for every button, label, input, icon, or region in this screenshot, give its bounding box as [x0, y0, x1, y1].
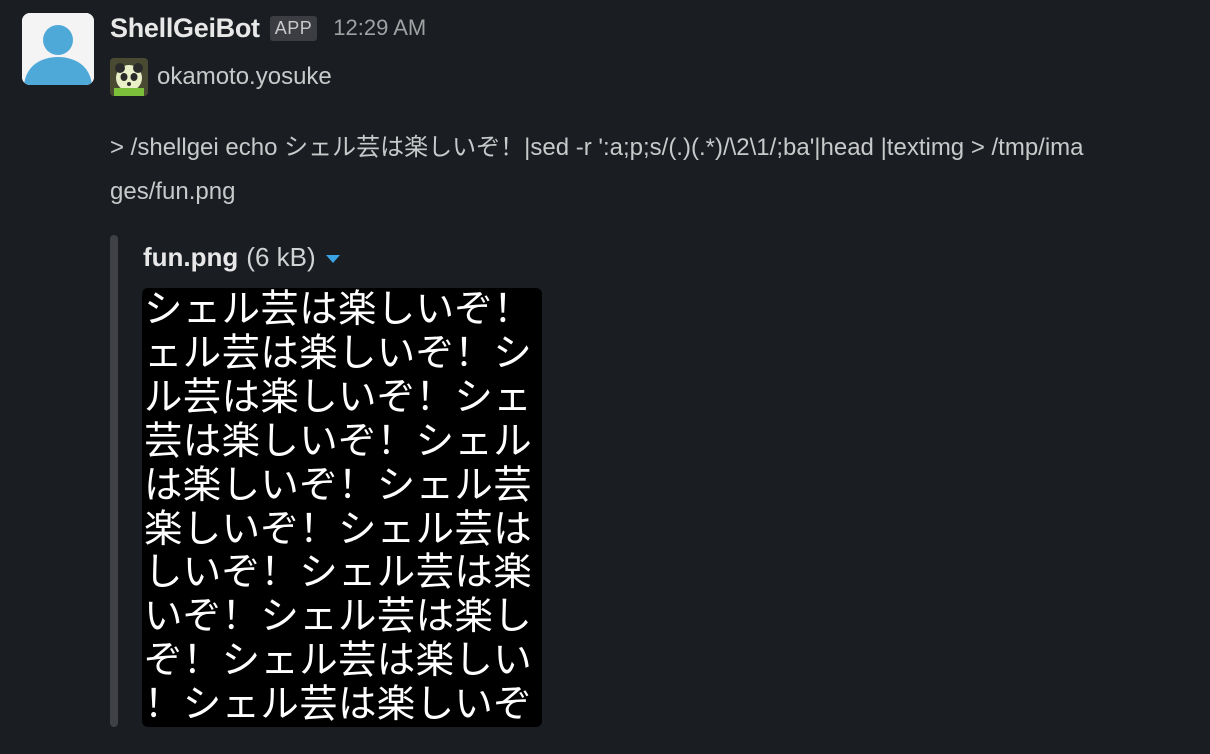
- image-text-line: ェル芸は楽しいぞ！シ: [144, 330, 533, 376]
- image-text-line: いぞ！シェル芸は楽し: [144, 594, 533, 640]
- bot-name[interactable]: ShellGeiBot: [110, 13, 260, 44]
- author-row: okamoto.yosuke: [110, 57, 332, 97]
- chat-message: ShellGeiBot APP 12:29 AM okamoto.yosuke …: [0, 0, 1210, 754]
- panda-avatar-icon[interactable]: [110, 58, 148, 96]
- message-text: > /shellgei echo シェル芸は楽しいぞ！|sed -r ':a;p…: [110, 134, 1084, 205]
- timestamp[interactable]: 12:29 AM: [333, 15, 426, 41]
- image-text-line: 楽しいぞ！シェル芸は: [144, 506, 533, 552]
- file-info: fun.png (6 kB): [143, 239, 340, 275]
- image-text-line: ル芸は楽しいぞ！シェ: [144, 374, 533, 420]
- message-header: ShellGeiBot APP 12:29 AM: [110, 10, 426, 46]
- image-text-line: ぞ！シェル芸は楽しい: [144, 638, 533, 684]
- author-name[interactable]: okamoto.yosuke: [157, 63, 332, 91]
- file-size: (6 kB): [246, 241, 316, 272]
- image-text-line: しいぞ！シェル芸は楽: [144, 550, 533, 596]
- file-attachment: fun.png (6 kB) シェル芸は楽しいぞ！ ェル芸は楽しいぞ！シ ル芸は…: [110, 235, 550, 727]
- image-text-line: ！シェル芸は楽しいぞ: [144, 682, 533, 727]
- attachment-border: [110, 235, 118, 727]
- chevron-down-icon[interactable]: [325, 255, 340, 263]
- image-text-line: 芸は楽しいぞ！シェル: [144, 418, 533, 464]
- app-badge: APP: [269, 15, 318, 41]
- bot-avatar-icon[interactable]: [22, 13, 94, 85]
- image-preview[interactable]: シェル芸は楽しいぞ！ ェル芸は楽しいぞ！シ ル芸は楽しいぞ！シェ 芸は楽しいぞ！…: [142, 288, 542, 727]
- image-text-line: シェル芸は楽しいぞ！: [144, 288, 533, 332]
- file-name[interactable]: fun.png: [143, 242, 238, 273]
- image-text-line: は楽しいぞ！シェル芸: [144, 462, 533, 508]
